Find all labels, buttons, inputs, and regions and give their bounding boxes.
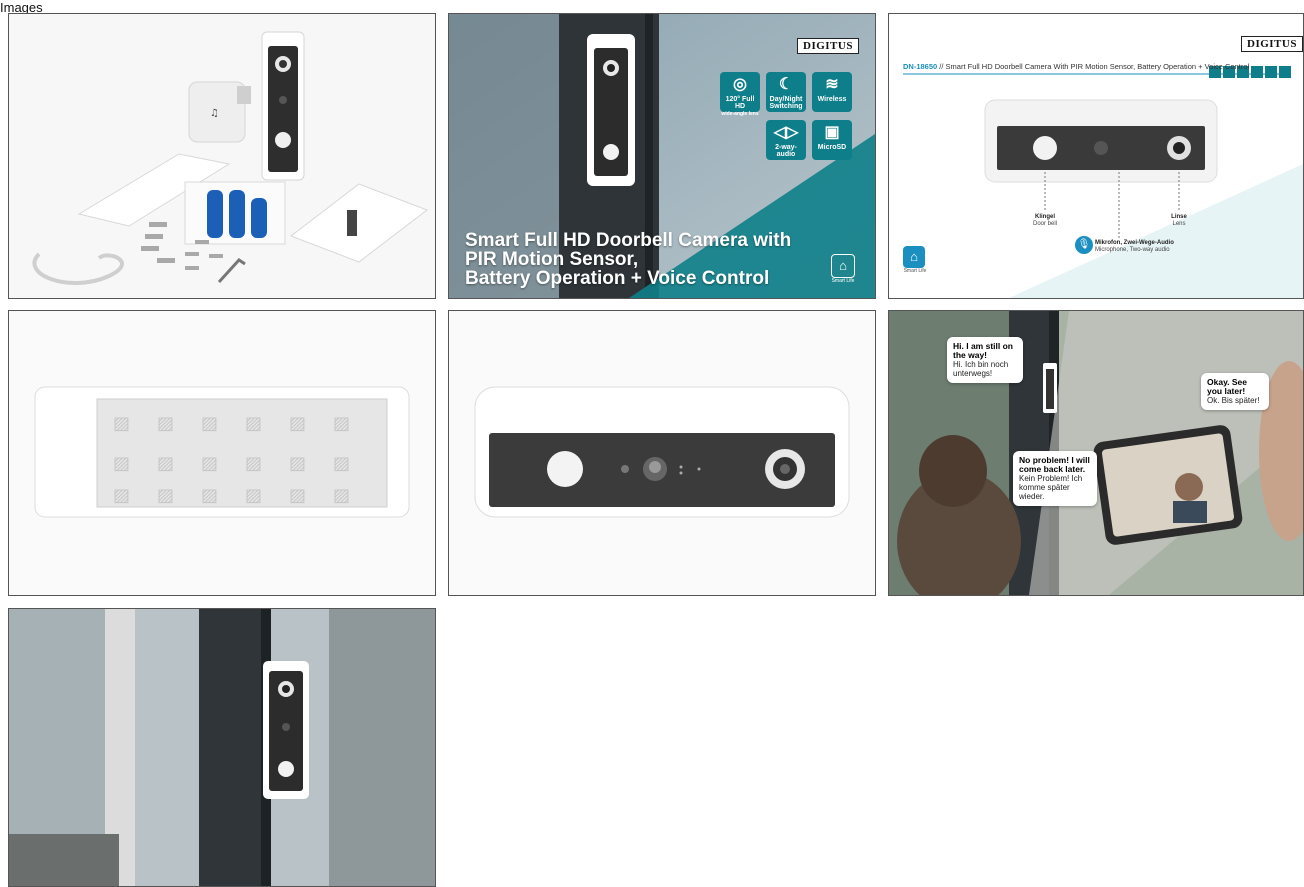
spec-title-text: // Smart Full HD Doorbell Camera With PI… [939, 62, 1250, 71]
audio-icon: ◁▷ [773, 124, 799, 141]
headline-line-2: PIR Motion Sensor, [465, 249, 639, 270]
feature-label: Day/Night [769, 96, 803, 103]
callout-label-en: Microphone, Two-way audio [1095, 247, 1170, 253]
callout-microphone: Mikrofon, Zwei-Wege-Audio Microphone, Tw… [1095, 240, 1185, 254]
svg-text:▨: ▨ [157, 453, 174, 474]
feature-badge-lens: ◎ 120° Full HD wide-angle lens [720, 72, 760, 117]
feature-badge-day-night: ☾ Day/Night Switching [766, 72, 806, 112]
sd-card-icon: ▣ [824, 124, 840, 141]
lens-icon: ◎ [733, 76, 747, 93]
product-image-front-face[interactable] [448, 310, 876, 596]
svg-text:▨: ▨ [113, 453, 130, 474]
bubble-text-en: Hi. I am still on the way! [953, 341, 1013, 360]
product-image-package-contents[interactable]: ♫ [8, 13, 436, 299]
bubble-text-de: Kein Problem! Ich komme später wieder. [1019, 474, 1083, 501]
svg-text:▨: ▨ [113, 485, 130, 506]
speech-bubble-owner: Okay. See you later! Ok. Bis später! [1201, 373, 1269, 410]
microphone-icon: 🎙 [1075, 236, 1093, 254]
svg-text:▨: ▨ [245, 485, 262, 506]
svg-text:▨: ▨ [201, 413, 218, 434]
callout-label-en: Lens [1172, 221, 1186, 227]
home-icon: ⌂ [831, 254, 855, 278]
feature-label: MicroSD [817, 144, 847, 151]
callout-label-en: Door bell [1032, 221, 1057, 227]
spec-title: DN-18650 // Smart Full HD Doorbell Camer… [903, 62, 1249, 71]
callout-door-bell: Klingel Door bell [1025, 214, 1065, 228]
product-image-back-adhesive[interactable]: ▨ ▨ ▨ ▨ ▨ ▨ ▨ ▨ ▨ ▨ ▨ ▨ ▨ ▨ ▨ ▨ ▨ ▨ [8, 310, 436, 596]
bubble-text-de: Hi. Ich bin noch unterwegs! [953, 360, 1009, 378]
callout-lens: Linse Lens [1159, 214, 1199, 228]
moon-icon: ☾ [778, 76, 794, 93]
model-number: DN-18650 [903, 62, 938, 71]
feature-label: 2-way-audio [775, 144, 797, 158]
svg-text:▨: ▨ [333, 485, 350, 506]
svg-text:▨: ▨ [157, 485, 174, 506]
feature-sublabel: wide-angle lens [721, 111, 759, 117]
bubble-text-en: No problem! I will come back later. [1019, 455, 1090, 474]
smart-life-badge: ⌂ Smart Life [903, 246, 927, 274]
product-image-spec-sheet[interactable]: DIGITUS DN-18650 // Smart Full HD Doorbe… [888, 13, 1304, 299]
package-contents-illustration: ♫ [9, 14, 435, 298]
headline-line-1: Smart Full HD Doorbell Camera with [465, 230, 792, 251]
feature-label: 120° Full HD [725, 96, 755, 110]
bubble-text-de: Ok. Bis später! [1207, 396, 1260, 405]
callout-label-de: Klingel [1034, 214, 1055, 220]
svg-text:▨: ▨ [333, 413, 350, 434]
spec-sheet-background [889, 14, 1303, 298]
speech-bubble-visitor-reply: No problem! I will come back later. Kein… [1013, 451, 1097, 506]
product-image-lifestyle[interactable]: Hi. I am still on the way! Hi. Ich bin n… [888, 310, 1304, 596]
svg-text:▨: ▨ [113, 413, 130, 434]
brand-logo: DIGITUS [1241, 36, 1303, 52]
svg-text:▨: ▨ [289, 453, 306, 474]
svg-text:▨: ▨ [289, 413, 306, 434]
svg-text:▨: ▨ [157, 413, 174, 434]
back-adhesive-illustration: ▨ ▨ ▨ ▨ ▨ ▨ ▨ ▨ ▨ ▨ ▨ ▨ ▨ ▨ ▨ ▨ ▨ ▨ [9, 311, 435, 595]
feature-badge-two-way-audio: ◁▷ 2-way-audio [766, 120, 806, 160]
callout-label-de: Linse [1171, 214, 1187, 220]
home-icon: ⌂ [903, 246, 925, 268]
svg-text:▨: ▨ [201, 485, 218, 506]
svg-text:▨: ▨ [289, 485, 306, 506]
smart-life-label: Smart Life [831, 278, 855, 284]
brand-logo: DIGITUS [797, 38, 859, 54]
svg-text:▨: ▨ [201, 453, 218, 474]
feature-badge-microsd: ▣ MicroSD [812, 120, 852, 160]
speech-bubble-visitor: Hi. I am still on the way! Hi. Ich bin n… [947, 337, 1023, 383]
mounted-door-illustration [9, 609, 435, 886]
promo-headline: Smart Full HD Doorbell Camera with PIR M… [465, 231, 791, 288]
product-image-mounted[interactable] [8, 608, 436, 887]
feature-label: Wireless [817, 96, 847, 103]
svg-text:♫: ♫ [210, 108, 219, 119]
svg-text:▨: ▨ [245, 413, 262, 434]
svg-text:▨: ▨ [333, 453, 350, 474]
svg-text:▨: ▨ [245, 453, 262, 474]
feature-badge-wireless: ≋ Wireless [812, 72, 852, 112]
product-image-promo-banner[interactable]: DIGITUS ◎ 120° Full HD wide-angle lens ☾… [448, 13, 876, 299]
headline-line-3: Battery Operation + Voice Control [465, 268, 770, 289]
callout-label-de: Mikrofon, Zwei-Wege-Audio [1095, 240, 1174, 246]
feature-sublabel: Switching [769, 103, 803, 110]
smart-life-badge: ⌂ Smart Life [829, 254, 857, 288]
front-face-illustration [449, 311, 875, 595]
smart-life-label: Smart Life [903, 268, 927, 274]
bubble-text-en: Okay. See you later! [1207, 377, 1248, 396]
wifi-icon: ≋ [825, 76, 839, 93]
